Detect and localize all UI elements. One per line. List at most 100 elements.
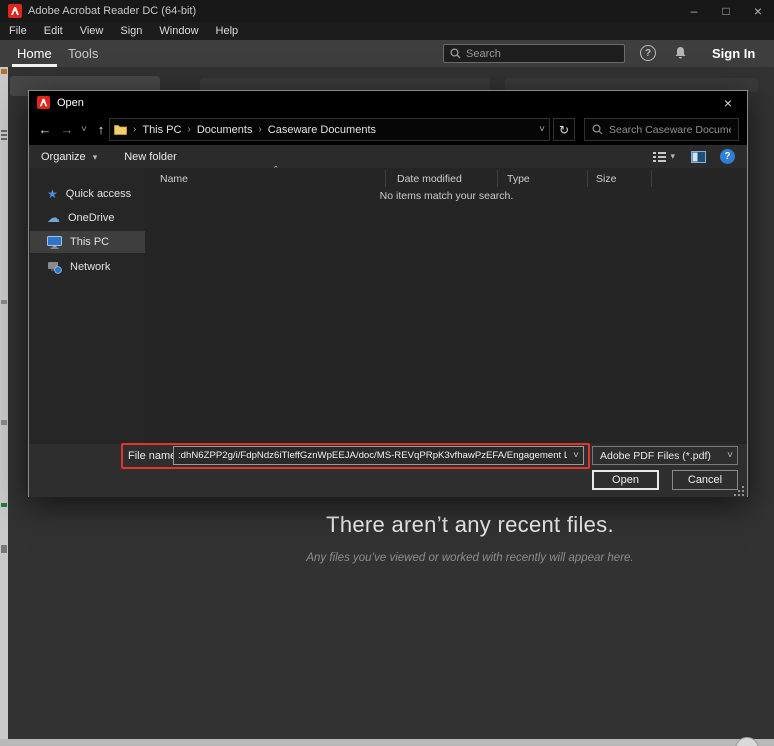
menu-edit[interactable]: Edit [44, 25, 63, 37]
file-type-select[interactable]: Adobe PDF Files (*.pdf) ˅ [592, 446, 738, 465]
resize-grip[interactable] [734, 486, 744, 496]
sliver-mark [1, 300, 7, 304]
back-button[interactable]: ← [35, 114, 55, 145]
preview-pane-button[interactable] [691, 151, 706, 163]
background-window-bottom-edge [0, 739, 774, 746]
close-icon: × [754, 3, 762, 19]
empty-state-title: There aren’t any recent files. [166, 512, 774, 538]
minimize-icon: – [691, 4, 698, 18]
cancel-button[interactable]: Cancel [672, 470, 738, 490]
star-icon: ★ [47, 187, 58, 201]
background-window-sliver [0, 67, 8, 746]
column-divider[interactable] [651, 170, 652, 187]
app-search-input[interactable] [466, 48, 618, 60]
bell-icon[interactable] [674, 46, 687, 60]
menu-file[interactable]: File [9, 25, 27, 37]
sliver-mark [1, 138, 7, 140]
up-button[interactable]: ↑ [91, 114, 111, 145]
dialog-search-input[interactable] [609, 124, 731, 136]
network-icon [47, 261, 62, 274]
sign-in-button[interactable]: Sign In [712, 46, 755, 61]
dialog-sidebar: ★ Quick access ☁ OneDrive This PC Networ… [29, 168, 146, 444]
caret-down-icon: ▾ [93, 152, 98, 162]
details-view-button[interactable]: ▾ [653, 151, 675, 163]
breadcrumb-separator: › [187, 124, 190, 135]
sliver-mark [1, 420, 7, 425]
column-header-type[interactable]: Type [507, 168, 587, 189]
adobe-reader-icon [37, 96, 50, 109]
sliver-mark [1, 130, 7, 132]
sidebar-item-this-pc[interactable]: This PC [30, 231, 145, 253]
column-header-size[interactable]: Size [596, 168, 646, 189]
dialog-bottom-bar: File name: ˅ Adobe PDF Files (*.pdf) ˅ O… [29, 444, 747, 497]
file-name-label: File name: [128, 446, 179, 465]
open-button[interactable]: Open [592, 470, 659, 490]
sidebar-item-network[interactable]: Network [30, 256, 145, 278]
menu-sign[interactable]: Sign [120, 25, 142, 37]
search-icon [450, 48, 461, 59]
app-titlebar: Adobe Acrobat Reader DC (64-bit) – □ × [0, 0, 774, 22]
close-icon: × [724, 95, 732, 111]
column-divider[interactable] [587, 170, 588, 187]
breadcrumb-caseware-documents[interactable]: Caseware Documents [268, 124, 376, 136]
screen: Adobe Acrobat Reader DC (64-bit) – □ × F… [0, 0, 774, 746]
help-icon[interactable]: ? [640, 45, 656, 61]
maximize-button[interactable]: □ [710, 0, 742, 22]
forward-button[interactable]: → [57, 114, 77, 145]
dialog-help-icon[interactable]: ? [720, 149, 735, 164]
chevron-down-icon[interactable]: ˅ [569, 450, 583, 461]
dialog-search-box[interactable] [584, 118, 739, 141]
dialog-command-bar: Organize ▾ New folder ▾ ? [29, 145, 747, 168]
recent-files-empty-state: There aren’t any recent files. Any files… [166, 512, 774, 564]
open-dialog: Open × ← → ˅ ↑ › This PC › Documents › C… [28, 90, 748, 497]
up-icon: ↑ [98, 122, 105, 137]
sliver-mark [1, 69, 7, 74]
file-name-combobox[interactable]: ˅ [173, 446, 584, 465]
column-header-date-modified[interactable]: Date modified [397, 168, 497, 189]
cloud-icon: ☁ [47, 210, 60, 226]
search-icon [592, 124, 603, 135]
close-button[interactable]: × [742, 0, 774, 22]
adobe-reader-icon [8, 4, 22, 18]
app-search-box[interactable] [443, 44, 625, 63]
column-divider[interactable] [385, 170, 386, 187]
menu-view[interactable]: View [80, 25, 104, 37]
details-view-icon [653, 151, 666, 163]
chevron-down-icon: ˅ [81, 124, 87, 135]
menu-window[interactable]: Window [159, 25, 198, 37]
new-folder-button[interactable]: New folder [124, 151, 177, 163]
column-divider[interactable] [497, 170, 498, 187]
breadcrumb-documents[interactable]: Documents [197, 124, 253, 136]
menu-help[interactable]: Help [216, 25, 239, 37]
maximize-icon: □ [722, 4, 729, 18]
sliver-mark [1, 134, 7, 136]
dialog-nav-row: ← → ˅ ↑ › This PC › Documents › Caseware… [29, 114, 747, 145]
caret-down-icon: ▾ [670, 151, 675, 162]
minimize-button[interactable]: – [678, 0, 710, 22]
file-name-input[interactable] [174, 450, 569, 461]
dialog-close-button[interactable]: × [715, 91, 741, 114]
organize-button[interactable]: Organize ▾ [41, 151, 97, 163]
dialog-titlebar: Open × [29, 91, 747, 114]
app-menubar: File Edit View Sign Window Help [0, 22, 774, 40]
sliver-mark [1, 503, 7, 507]
app-tabbar: Home Tools [0, 40, 774, 67]
folder-icon [114, 124, 127, 135]
breadcrumb-this-pc[interactable]: This PC [142, 124, 181, 136]
refresh-button[interactable]: ↻ [553, 118, 575, 141]
recent-locations-button[interactable]: ˅ [77, 114, 91, 145]
refresh-icon: ↻ [559, 123, 569, 137]
back-icon: ← [39, 122, 52, 137]
tab-home[interactable]: Home [17, 40, 52, 67]
chevron-down-icon: ˅ [539, 124, 545, 135]
breadcrumb-separator: › [133, 124, 136, 135]
column-header-name[interactable]: Name [160, 168, 380, 189]
sidebar-item-quick-access[interactable]: ★ Quick access [30, 183, 145, 205]
sidebar-item-onedrive[interactable]: ☁ OneDrive [30, 207, 145, 229]
window-title: Adobe Acrobat Reader DC (64-bit) [28, 5, 196, 17]
address-bar[interactable]: › This PC › Documents › Caseware Documen… [109, 118, 550, 141]
empty-state-subtitle: Any files you’ve viewed or worked with r… [166, 552, 774, 564]
tab-tools[interactable]: Tools [68, 40, 98, 67]
address-dropdown-button[interactable]: ˅ [539, 124, 545, 135]
monitor-icon [47, 236, 62, 249]
